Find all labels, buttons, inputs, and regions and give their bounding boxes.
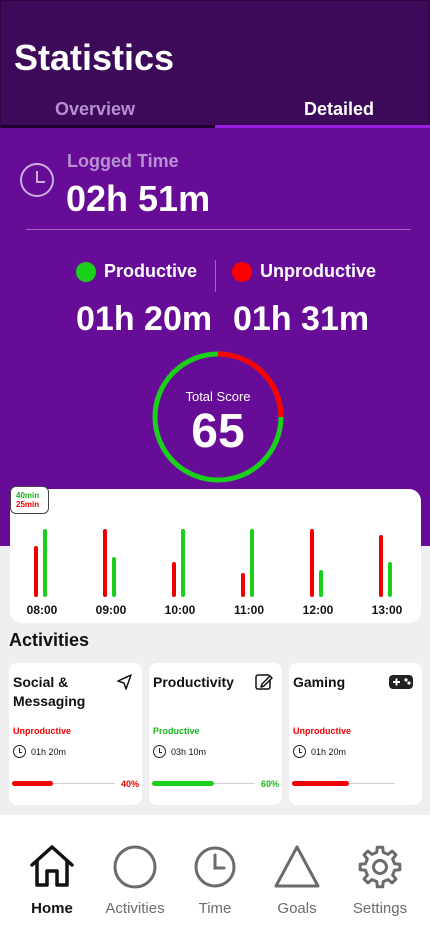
divider (26, 229, 411, 230)
chart-legend: 40min 25min (10, 486, 49, 514)
productive-label: Productive (104, 261, 198, 281)
nav-item-home[interactable]: Home (9, 843, 95, 923)
home-icon (30, 845, 74, 887)
activities-title: Activities (9, 630, 90, 650)
chart-legend-unproductive: 25min (16, 500, 40, 509)
activity-time: 01h 20m (31, 747, 67, 757)
activity-name: Social & Messaging (13, 674, 86, 709)
clock-icon (20, 163, 54, 197)
bar-productive (43, 529, 47, 597)
chart-x-tick-label: 12:00 (302, 603, 334, 617)
activity-card-productivity[interactable]: Productivity Productive 03h 10m 60% (149, 663, 282, 805)
activity-status: Productive (153, 726, 200, 736)
bottom-nav: Home Activities Time Goals Settings (0, 815, 430, 932)
bar-unproductive (379, 534, 383, 597)
bar-productive (112, 556, 116, 597)
chart-x-tick-label: 08:00 (26, 603, 58, 617)
nav-item-time[interactable]: Time (172, 843, 258, 923)
bar-unproductive (172, 562, 176, 597)
activity-percent: 60% (260, 779, 279, 789)
tab-overview[interactable]: Overview (55, 99, 135, 120)
score-value: 65 (191, 405, 245, 458)
productive-dot-icon (76, 262, 96, 282)
bar-productive (181, 529, 185, 597)
activity-progress (152, 781, 255, 786)
logged-time-label: Logged Time (67, 151, 179, 171)
activity-progress (12, 781, 115, 786)
clock-icon (153, 745, 166, 758)
chart-x-tick-label: 10:00 (164, 603, 196, 617)
bar-unproductive (103, 529, 107, 597)
bar-productive (319, 569, 323, 597)
divider (215, 260, 216, 292)
bar-unproductive (34, 545, 38, 597)
activity-card-social[interactable]: Social & Messaging Unproductive 01h 20m … (9, 663, 142, 805)
send-icon (117, 674, 132, 690)
page-title: Statistics (14, 37, 175, 78)
activity-progress-fill (152, 781, 214, 786)
activity-time: 01h 20m (311, 747, 347, 757)
activity-status: Unproductive (293, 726, 352, 736)
logged-time-value: 02h 51m (66, 178, 211, 219)
tab-detailed[interactable]: Detailed (304, 99, 374, 120)
clock-icon (13, 745, 26, 758)
chart-legend-productive: 40min (16, 491, 40, 500)
activity-progress (292, 781, 395, 786)
nav-label: Time (198, 900, 232, 917)
nav-item-activities[interactable]: Activities (92, 843, 178, 923)
nav-item-goals[interactable]: Goals (254, 843, 340, 923)
gear-icon (358, 845, 402, 889)
nav-item-settings[interactable]: Settings (337, 843, 423, 923)
activity-progress-fill (12, 781, 54, 786)
app-header: Statistics Overview Detailed (0, 0, 430, 128)
edit-icon (255, 674, 273, 690)
activity-status: Unproductive (13, 726, 72, 736)
nav-label: Home (31, 900, 73, 917)
chart-x-tick-label: 11:00 (233, 603, 265, 617)
triangle-icon (274, 845, 320, 888)
clock-icon (293, 745, 306, 758)
activity-percent: 40% (120, 779, 139, 789)
activity-time: 03h 10m (171, 747, 207, 757)
unproductive-label: Unproductive (260, 261, 377, 281)
clock-icon (194, 846, 236, 888)
gamepad-icon (389, 675, 413, 689)
activity-progress-fill (292, 781, 349, 786)
nav-label: Settings (352, 900, 408, 917)
bar-productive (388, 562, 392, 597)
activity-name: Productivity (153, 674, 234, 690)
bar-productive (250, 529, 254, 597)
bar-unproductive (241, 573, 245, 597)
circle-icon (113, 845, 157, 889)
nav-label: Goals (277, 900, 317, 917)
score-label: Total Score (185, 389, 251, 404)
chart-x-tick-label: 13:00 (371, 603, 403, 617)
activity-card-gaming[interactable]: Gaming Unproductive 01h 20m (289, 663, 422, 805)
unproductive-time: 01h 31m (233, 300, 370, 338)
nav-label: Activities (105, 900, 165, 917)
bar-unproductive (310, 529, 314, 597)
hourly-chart (10, 489, 421, 623)
productive-time: 01h 20m (76, 300, 213, 338)
unproductive-dot-icon (232, 262, 252, 282)
chart-x-tick-label: 09:00 (95, 603, 127, 617)
activity-name: Gaming (293, 674, 346, 690)
